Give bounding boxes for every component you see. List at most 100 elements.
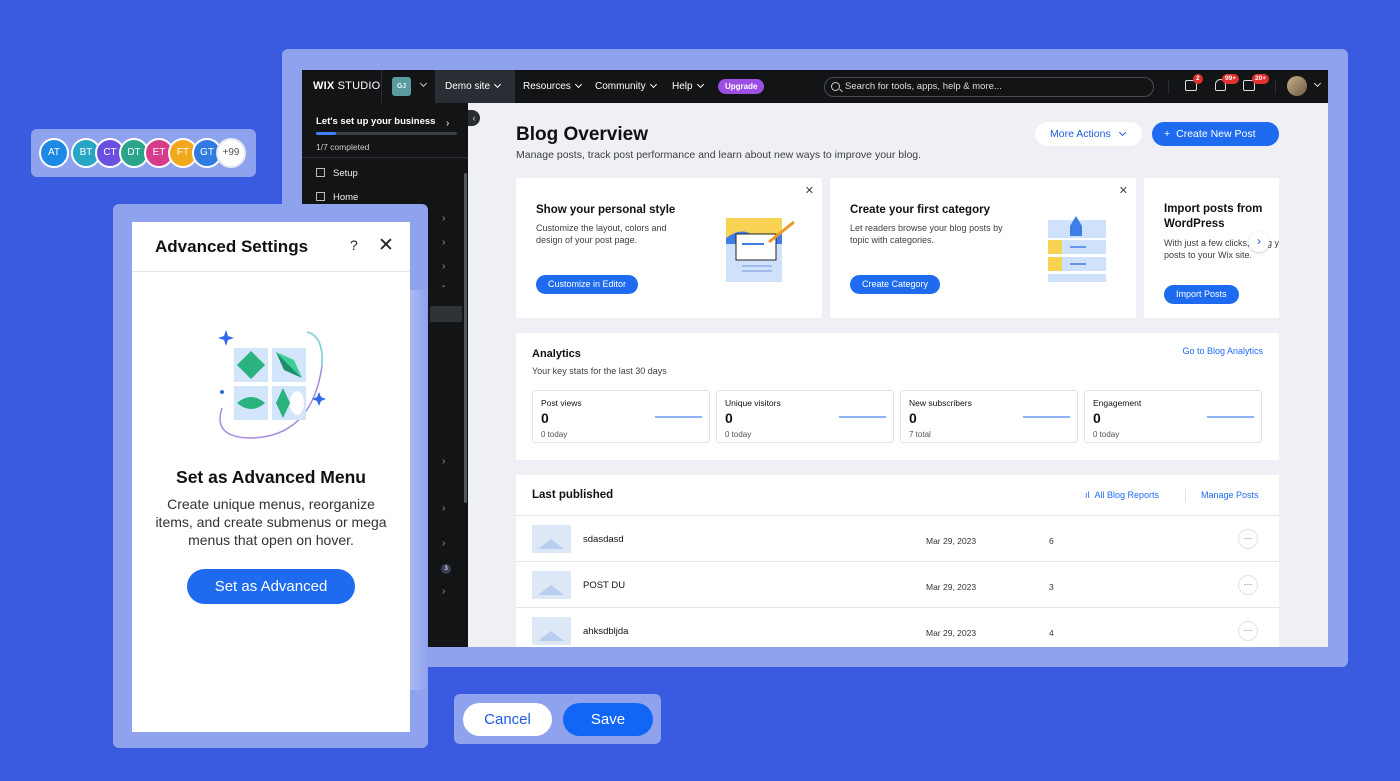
create-new-post-button[interactable]: + Create New Post [1152,122,1279,146]
chevron-right-icon[interactable]: › [446,118,449,129]
card-personal-style: Show your personal style Customize the l… [516,178,822,318]
post-title: ahksdbljda [583,626,629,637]
count-badge: 3 [441,564,451,574]
collapse-sidebar-button[interactable]: ‹ [468,110,480,126]
stat-sparkline [655,416,702,418]
card-title: Create your first category [850,204,990,216]
chevron-right-icon[interactable]: › [442,586,445,597]
stat-label: New subscribers [909,398,972,408]
close-icon[interactable]: ✕ [1119,184,1128,197]
customize-in-editor-button[interactable]: Customize in Editor [536,275,639,294]
manage-posts-link[interactable]: Manage Posts [1201,490,1259,500]
stat-footer: 0 today [541,430,568,439]
post-thumbnail [532,525,571,553]
stat-sparkline [1023,416,1070,418]
stat-post-views[interactable]: Post views 0 0 today [532,390,710,443]
more-collaborators-count[interactable]: +99 [216,138,246,168]
save-button[interactable]: Save [563,703,653,736]
stat-footer: 0 today [725,430,752,439]
home-icon [316,192,325,201]
chevron-right-icon[interactable]: › [442,213,445,224]
chevron-right-icon[interactable]: › [442,456,445,467]
chevron-right-icon[interactable]: › [442,503,445,514]
wix-studio-logo[interactable]: WIX STUDIO [313,80,380,92]
card-title: Import posts from WordPress [1164,203,1263,230]
create-category-button[interactable]: Create Category [850,275,941,294]
setup-progress-label: 1/7 completed [316,142,370,152]
top-bar: WIX STUDIO GJ Demo site Resources Commun… [302,70,1328,103]
page-title: Blog Overview [516,124,648,145]
inbox-badge: 20+ [1252,74,1270,84]
page-design-illustration [726,218,795,282]
go-to-blog-analytics-link[interactable]: Go to Blog Analytics [1182,346,1263,356]
close-icon[interactable]: ✕ [805,184,814,197]
divider [1275,79,1276,94]
chevron-down-icon [1118,128,1126,137]
search-input[interactable]: Search for tools, apps, help & more... [824,77,1154,97]
post-date: Mar 29, 2023 [926,628,977,638]
analytics-subtitle: Your key stats for the last 30 days [532,366,667,376]
search-icon [831,82,840,91]
chevron-right-icon[interactable]: › [442,538,445,549]
category-illustration [1048,216,1106,282]
nav-resources[interactable]: Resources [523,80,582,92]
card-title: Show your personal style [536,204,676,216]
chevron-right-icon[interactable]: › [442,261,445,272]
workspace-avatar[interactable]: GJ [392,77,411,96]
collaborator-avatar[interactable]: AT [39,138,69,168]
panel-shadow [410,290,428,690]
chevron-down-icon[interactable] [1313,79,1322,88]
sidebar-item-setup[interactable]: Setup [316,168,358,179]
stat-value: 0 [725,410,733,426]
table-row[interactable]: ahksdbljda Mar 29, 2023 4 ··· [516,607,1279,647]
post-views: 6 [1049,536,1054,546]
stat-value: 0 [1093,410,1101,426]
nav-help[interactable]: Help [672,80,704,92]
upgrade-button[interactable]: Upgrade [718,79,765,94]
divider [302,157,468,158]
chevron-down-icon[interactable] [419,79,428,88]
post-title: POST DU [583,580,626,591]
divider [1168,79,1169,94]
set-as-advanced-button[interactable]: Set as Advanced [187,569,355,604]
setup-title[interactable]: Let's set up your business [316,116,435,127]
site-selector[interactable]: Demo site [435,70,515,103]
stat-engagement[interactable]: Engagement 0 0 today [1084,390,1262,443]
stat-footer: 0 today [1093,430,1120,439]
advanced-menu-heading: Set as Advanced Menu [176,467,366,487]
import-posts-button[interactable]: Import Posts [1164,285,1239,304]
help-icon[interactable]: ? [350,237,358,253]
sidebar-selected-item[interactable] [430,306,462,322]
all-blog-reports-link[interactable]: ıl All Blog Reports [1085,490,1159,500]
table-row[interactable]: POST DU Mar 29, 2023 3 ··· [516,561,1279,607]
stat-unique-visitors[interactable]: Unique visitors 0 0 today [716,390,894,443]
notifications-badge: 99+ [1222,74,1240,84]
user-avatar[interactable] [1287,76,1307,96]
nav-community[interactable]: Community [595,80,657,92]
more-actions-button[interactable]: More Actions [1035,122,1142,146]
setup-progress-bar [316,132,457,135]
post-thumbnail [532,571,571,599]
chevron-right-icon[interactable]: › [442,237,445,248]
advanced-settings-panel: Advanced Settings ? ✕ Set as Advanced Me… [132,222,410,732]
sidebar-scrollbar[interactable] [464,173,467,503]
stat-new-subscribers[interactable]: New subscribers 0 7 total [900,390,1078,443]
stat-footer: 7 total [909,430,931,439]
stat-value: 0 [909,410,917,426]
panel-title: Advanced Settings [155,237,309,256]
cancel-button[interactable]: Cancel [463,703,552,736]
divider [381,70,382,103]
post-thumbnail [532,617,571,645]
chevron-up-icon[interactable]: ˆ [442,285,445,296]
more-options-icon[interactable]: ··· [1238,621,1258,641]
close-icon[interactable]: ✕ [378,234,394,257]
more-options-icon[interactable]: ··· [1238,575,1258,595]
setup-progress-fill [316,132,337,135]
chevron-down-icon [574,80,582,89]
card-description: Customize the layout, colors and design … [536,223,667,245]
post-views: 3 [1049,582,1054,592]
table-row[interactable]: sdasdasd Mar 29, 2023 6 ··· [516,515,1279,561]
carousel-next-button[interactable]: › [1249,232,1269,252]
sidebar-item-home[interactable]: Home [316,192,358,203]
more-options-icon[interactable]: ··· [1238,529,1258,549]
